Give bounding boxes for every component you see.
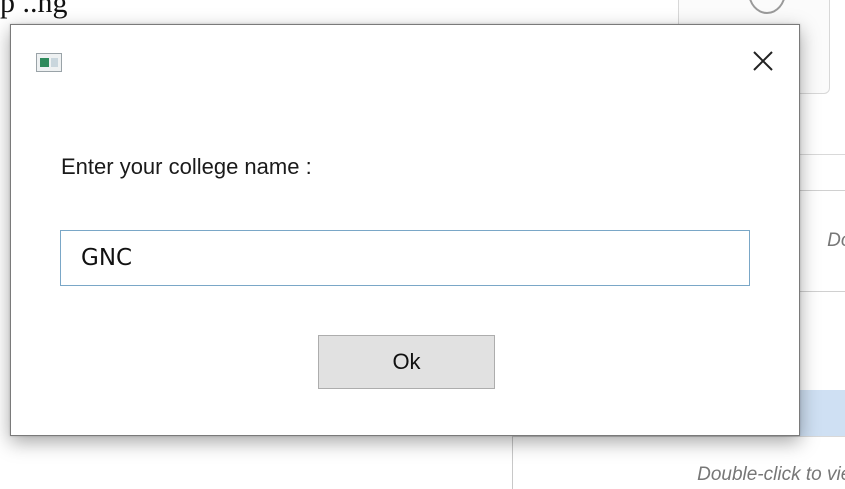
background-bottom-hint-text: Double-click to view — [697, 464, 845, 485]
input-dialog: Enter your college name : Ok — [10, 24, 800, 436]
background-bottom-hint: Double-click to view — [512, 464, 845, 486]
background-divider — [800, 154, 845, 155]
dialog-title-bar[interactable] — [11, 25, 799, 95]
college-name-input[interactable] — [60, 230, 750, 286]
background-panel-hint: Double-click to view — [800, 230, 845, 252]
close-button[interactable] — [735, 39, 791, 83]
screen: p ..ng Double-click to view Double-click… — [0, 0, 845, 489]
prompt-label: Enter your college name : — [61, 154, 312, 179]
background-selected-row[interactable] — [800, 390, 845, 436]
background-heading-fragment: p ..ng — [0, 0, 68, 19]
close-icon — [753, 51, 773, 71]
window-app-icon — [36, 53, 62, 72]
ok-button[interactable]: Ok — [318, 335, 495, 389]
background-panel-hint-text: Double-click to view — [827, 230, 845, 251]
